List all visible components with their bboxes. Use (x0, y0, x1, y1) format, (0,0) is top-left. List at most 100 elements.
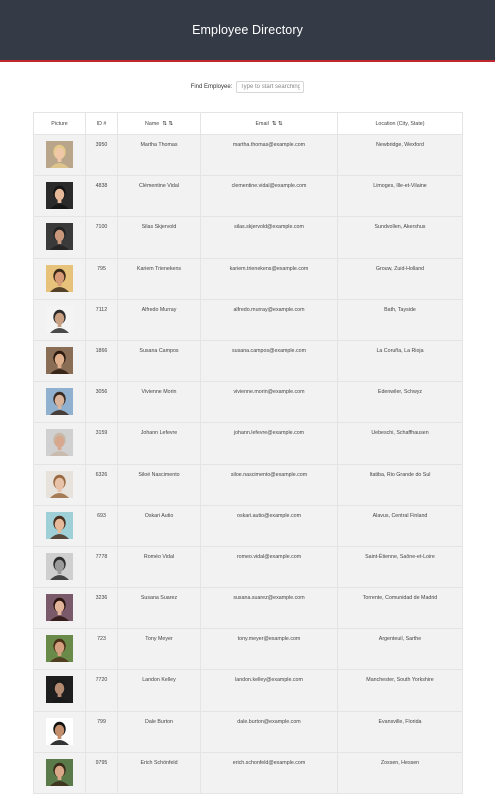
table-row: 799 Dale Burton dale.burton@example.com Eva… (33, 710, 463, 753)
avatar (46, 223, 73, 251)
employee-picture-cell (33, 133, 86, 177)
employee-picture-cell (33, 628, 86, 671)
column-header-id: ID # (85, 112, 118, 135)
employee-id-cell: 7720 (85, 669, 118, 712)
employee-table-container: Picture ID # Name ⇅ ⇅ Email ⇅ ⇅ Location (… (33, 112, 463, 794)
avatar (46, 429, 73, 457)
avatar (46, 305, 73, 333)
employee-location-cell: La Coruña, La Rioja (337, 339, 463, 383)
avatar (46, 717, 73, 745)
employee-location-cell: Sundvollen, Akershus (337, 216, 463, 259)
employee-id-cell: 7100 (85, 216, 118, 259)
table-row: 723 Tony Meyer tony.meyer@example.com Argen… (33, 628, 463, 671)
employee-location-cell: Edenwiler, Schwyz (337, 381, 463, 424)
employee-picture-cell (33, 710, 86, 753)
table-row: 7100 Silas Skjervold silas.skjervold@examp… (33, 216, 463, 259)
employee-email-cell: siloe.nascimento@example.com (200, 463, 338, 506)
employee-id-cell: 3950 (85, 133, 118, 177)
employee-email-cell: susana.campos@example.com (200, 339, 338, 383)
page-header: Employee Directory (0, 0, 495, 62)
employee-name-cell: Susana Campos (117, 339, 201, 383)
employee-email-cell: oskari.autio@example.com (200, 504, 338, 547)
employee-name-cell: Vivienne Morin (117, 381, 201, 424)
employee-picture-cell (33, 339, 86, 383)
avatar (46, 511, 73, 539)
search-input[interactable] (236, 81, 305, 93)
column-header-email[interactable]: Email ⇅ ⇅ (200, 112, 338, 135)
employee-name-cell: Susana Suarez (117, 587, 201, 630)
column-header-picture: Picture (33, 112, 86, 135)
table-row: 7720 Landon Kelley landon.kelley@example.c… (33, 669, 463, 712)
employee-location-cell: Alavus, Central Finland (337, 504, 463, 547)
avatar (46, 594, 73, 622)
employee-email-cell: erich.schonfeld@example.com (200, 751, 338, 794)
employee-id-cell: 4838 (85, 175, 118, 218)
employee-location-cell: Manchester, South Yorkshire (337, 669, 463, 712)
employee-location-cell: Zossen, Hessen (337, 751, 463, 794)
search-label: Find Employee: (190, 84, 233, 90)
sort-icon[interactable]: ⇅ ⇅ (272, 121, 283, 127)
employee-name-cell: Martha Thomas (117, 133, 201, 177)
employee-name-cell: Clémentine Vidal (117, 175, 201, 218)
employee-location-cell: Limoges, Ille-et-Vilaine (337, 175, 463, 218)
employee-name-cell: Silas Skjervold (117, 216, 201, 259)
employee-email-cell: dale.burton@example.com (200, 710, 338, 753)
employee-id-cell: 1866 (85, 339, 118, 383)
employee-email-cell: romeo.vidal@example.com (200, 545, 338, 589)
employee-email-cell: kariem.trienekens@example.com (200, 257, 338, 300)
employee-name-cell: Erich Schönfeld (117, 751, 201, 794)
employee-name-cell: Johann Lefevre (117, 422, 201, 465)
table-row: 7112 Alfredo Murray alfredo.murray@example… (33, 298, 463, 341)
table-header-row: Picture ID # Name ⇅ ⇅ Email ⇅ ⇅ Location (… (33, 112, 463, 135)
table-row: 7778 Roméo Vidal romeo.vidal@example.com Sa… (33, 545, 463, 589)
employee-email-cell: landon.kelley@example.com (200, 669, 338, 712)
employee-picture-cell (33, 257, 86, 300)
employee-picture-cell (33, 504, 86, 547)
employee-email-cell: clementine.vidal@example.com (200, 175, 338, 218)
avatar (46, 635, 73, 663)
table-row: 3159 Johann Lefevre johann.lefevre@example… (33, 422, 463, 465)
employee-id-cell: 7778 (85, 545, 118, 589)
employee-name-cell: Landon Kelley (117, 669, 201, 712)
employee-id-cell: 9795 (85, 751, 118, 794)
employee-picture-cell (33, 175, 86, 218)
employee-picture-cell (33, 216, 86, 259)
employee-id-cell: 3236 (85, 587, 118, 630)
employee-picture-cell (33, 587, 86, 630)
table-row: 3950 Martha Thomas martha.thomas@example.c… (33, 133, 463, 177)
employee-location-cell: Argenteuil, Sarthe (337, 628, 463, 671)
avatar (46, 470, 73, 498)
employee-name-cell: Oskari Autio (117, 504, 201, 547)
avatar (46, 264, 73, 292)
employee-picture-cell (33, 545, 86, 589)
column-header-name[interactable]: Name ⇅ ⇅ (117, 112, 201, 135)
employee-location-cell: Newbridge, Wexford (337, 133, 463, 177)
employee-id-cell: 723 (85, 628, 118, 671)
employee-picture-cell (33, 422, 86, 465)
employee-picture-cell (33, 463, 86, 506)
employee-id-cell: 3056 (85, 381, 118, 424)
employee-location-cell: Itatiba, Rio Grande do Sul (337, 463, 463, 506)
avatar (46, 388, 73, 416)
employee-location-cell: Saint-Étienne, Saône-et-Loire (337, 545, 463, 589)
table-row: 795 Kariem Trienekens kariem.trienekens@ex… (33, 257, 463, 300)
avatar (46, 346, 73, 374)
employee-location-cell: Torrente, Comunidad de Madrid (337, 587, 463, 630)
employee-location-cell: Grouw, Zuid-Holland (337, 257, 463, 300)
employee-id-cell: 693 (85, 504, 118, 547)
employee-email-cell: alfredo.murray@example.com (200, 298, 338, 341)
table-row: 9795 Erich Schönfeld erich.schonfeld@examp… (33, 751, 463, 794)
sort-icon[interactable]: ⇅ ⇅ (162, 121, 173, 127)
employee-picture-cell (33, 669, 86, 712)
avatar (46, 141, 73, 168)
employee-id-cell: 795 (85, 257, 118, 300)
employee-email-cell: vivienne.morin@example.com (200, 381, 338, 424)
employee-id-cell: 7112 (85, 298, 118, 341)
employee-location-cell: Evansville, Florida (337, 710, 463, 753)
employee-name-cell: Siloé Nascimento (117, 463, 201, 506)
employee-picture-cell (33, 298, 86, 341)
employee-email-cell: martha.thomas@example.com (200, 133, 338, 177)
employee-picture-cell (33, 381, 86, 424)
avatar (46, 676, 73, 704)
employee-id-cell: 799 (85, 710, 118, 753)
